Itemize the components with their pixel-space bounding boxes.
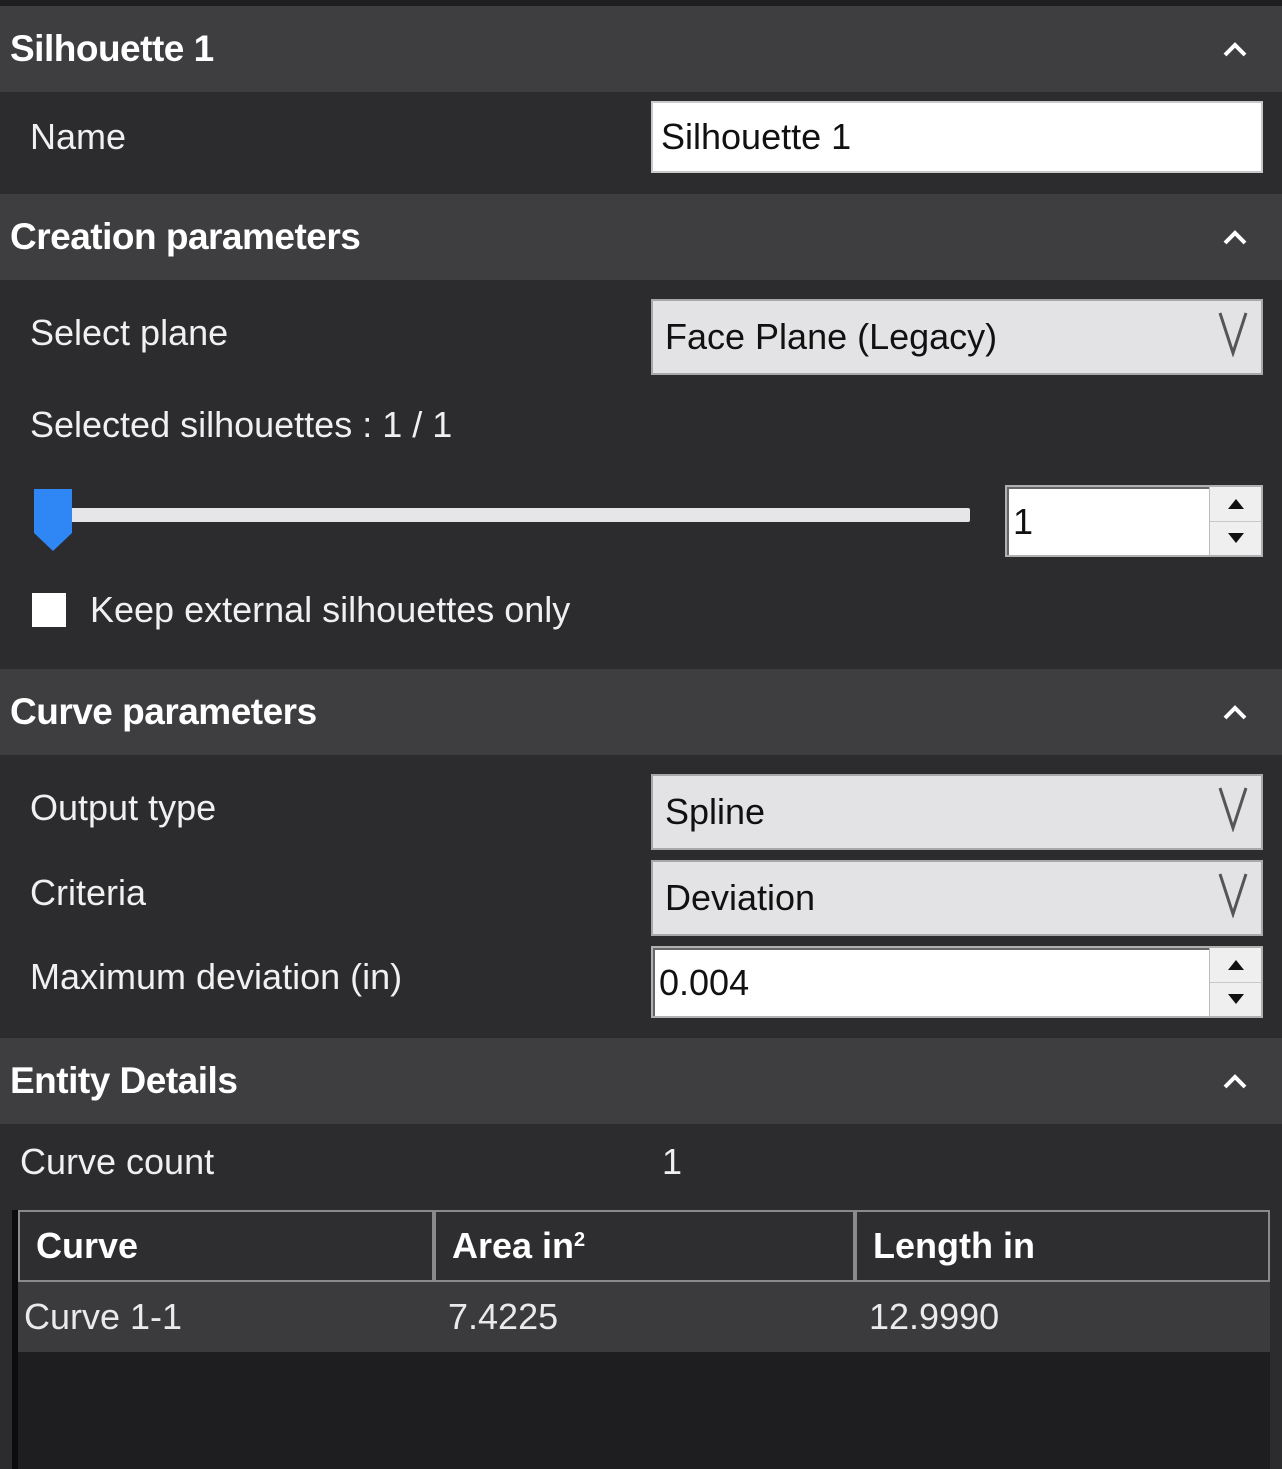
output-type-value: Spline: [665, 791, 766, 832]
curve-count-value: 1: [662, 1141, 683, 1182]
max-deviation-spinbox[interactable]: 0.004: [651, 946, 1263, 1018]
select-plane-dropdown[interactable]: Face Plane (Legacy): [651, 299, 1263, 375]
spin-up-button[interactable]: [1210, 487, 1261, 521]
select-plane-value: Face Plane (Legacy): [665, 316, 998, 357]
column-header-curve[interactable]: Curve: [18, 1210, 434, 1282]
section-title: Silhouette 1: [10, 28, 214, 69]
output-type-label: Output type: [30, 787, 217, 828]
max-deviation-label: Maximum deviation (in): [30, 956, 403, 997]
chevron-down-icon: [1217, 870, 1249, 927]
section-title: Entity Details: [10, 1060, 238, 1101]
silhouette-slider-track[interactable]: [52, 508, 970, 522]
cell-area: 7.4225: [448, 1296, 559, 1337]
triangle-down-icon: [1227, 533, 1244, 544]
chevron-up-icon[interactable]: [1218, 37, 1252, 61]
spin-up-button[interactable]: [1210, 948, 1261, 982]
criteria-dropdown[interactable]: Deviation: [651, 860, 1263, 936]
chevron-down-icon: [1217, 784, 1249, 841]
cell-curve: Curve 1-1: [24, 1296, 183, 1337]
section-header-curve[interactable]: Curve parameters: [0, 669, 1282, 755]
output-type-dropdown[interactable]: Spline: [651, 774, 1263, 850]
cell-length: 12.9990: [869, 1296, 1000, 1337]
section-header-entity[interactable]: Entity Details: [0, 1038, 1282, 1124]
select-plane-label: Select plane: [30, 312, 229, 353]
silhouette-slider-thumb[interactable]: [34, 489, 72, 551]
chevron-down-icon: [1217, 309, 1249, 366]
selected-silhouettes-label: Selected silhouettes : 1 / 1: [30, 404, 453, 445]
triangle-up-icon: [1227, 498, 1244, 509]
column-header-area[interactable]: Area in 2: [434, 1210, 855, 1282]
silhouette-spin-value[interactable]: 1: [1007, 487, 1209, 555]
criteria-label: Criteria: [30, 872, 147, 913]
chevron-up-icon[interactable]: [1218, 225, 1252, 249]
entity-table: Curve Area in 2 Length in Curve 1-1 7.422…: [12, 1210, 1270, 1469]
triangle-up-icon: [1227, 959, 1244, 970]
table-row[interactable]: Curve 1-1 7.4225 12.9990: [18, 1282, 1270, 1352]
keep-external-checkbox[interactable]: [32, 593, 66, 627]
max-deviation-value[interactable]: 0.004: [653, 948, 1209, 1016]
section-title: Curve parameters: [10, 691, 317, 732]
keep-external-label[interactable]: Keep external silhouettes only: [90, 589, 570, 631]
column-header-length[interactable]: Length in: [855, 1210, 1270, 1282]
table-header: Curve Area in 2 Length in: [18, 1210, 1270, 1282]
curve-count-label: Curve count: [20, 1141, 215, 1182]
triangle-down-icon: [1227, 994, 1244, 1005]
name-input[interactable]: Silhouette 1: [651, 101, 1263, 173]
section-header-silhouette[interactable]: Silhouette 1: [0, 6, 1282, 92]
silhouette-spinbox[interactable]: 1: [1005, 485, 1263, 557]
criteria-value: Deviation: [665, 877, 816, 918]
chevron-up-icon[interactable]: [1218, 1069, 1252, 1093]
section-header-creation[interactable]: Creation parameters: [0, 194, 1282, 280]
spin-down-button[interactable]: [1210, 520, 1261, 556]
superscript: 2: [574, 1228, 586, 1251]
section-title: Creation parameters: [10, 216, 361, 257]
spin-down-button[interactable]: [1210, 981, 1261, 1017]
chevron-up-icon[interactable]: [1218, 700, 1252, 724]
name-label: Name: [30, 116, 127, 157]
